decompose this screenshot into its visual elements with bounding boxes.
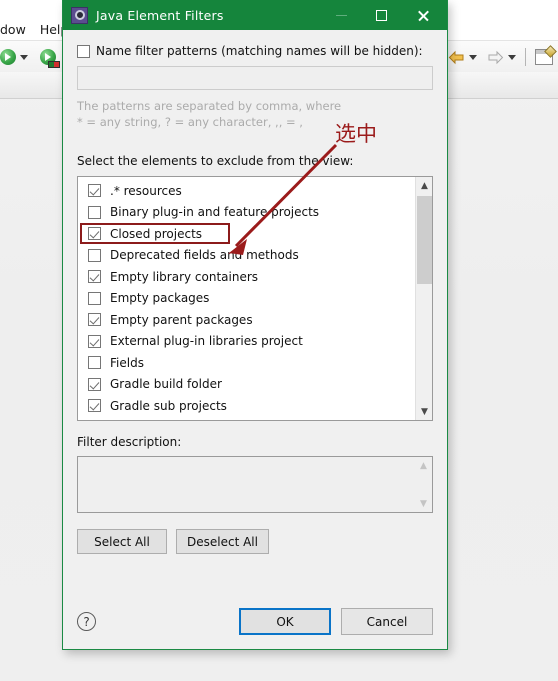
toolbar-separator bbox=[525, 48, 526, 66]
list-item-label: Empty parent packages bbox=[110, 312, 253, 327]
description-scrollbar: ▲ ▼ bbox=[415, 457, 432, 512]
filter-description-label: Filter description: bbox=[77, 435, 182, 449]
name-filter-checkbox[interactable] bbox=[77, 44, 90, 58]
list-item-label: Gradle build folder bbox=[110, 377, 222, 392]
chevron-down-icon[interactable] bbox=[20, 54, 28, 60]
list-item[interactable]: Closed projects bbox=[78, 223, 415, 245]
list-item-label: Empty library containers bbox=[110, 269, 259, 284]
scroll-up-icon[interactable]: ▲ bbox=[416, 177, 432, 194]
list-item-label: External plug-in libraries project bbox=[110, 334, 303, 349]
maximize-icon bbox=[375, 9, 387, 21]
debug-run-icon[interactable] bbox=[40, 49, 60, 68]
chevron-down-icon[interactable] bbox=[469, 54, 477, 60]
close-icon bbox=[417, 9, 430, 22]
list-item[interactable]: Empty library containers bbox=[78, 266, 415, 288]
list-item-checkbox[interactable] bbox=[88, 184, 101, 198]
list-item-label: Gradle sub projects bbox=[110, 398, 227, 413]
minimize-button[interactable] bbox=[321, 0, 361, 30]
back-arrow-icon[interactable] bbox=[448, 50, 465, 65]
java-element-filters-dialog: Java Element Filters Name filter pattern… bbox=[62, 0, 448, 650]
list-item-checkbox[interactable] bbox=[88, 205, 101, 219]
list-item-checkbox[interactable] bbox=[88, 227, 101, 241]
list-item-checkbox[interactable] bbox=[88, 334, 101, 348]
list-item-label: Fields bbox=[110, 355, 144, 370]
ide-menu-items: dow Help bbox=[0, 22, 68, 37]
element-filter-list[interactable]: .* resources Binary plug-in and feature p… bbox=[77, 176, 433, 421]
pattern-help-line1: The patterns are separated by comma, whe… bbox=[77, 99, 342, 113]
scroll-down-icon[interactable]: ▼ bbox=[416, 403, 432, 420]
list-item[interactable]: Gradle sub projects bbox=[78, 395, 415, 417]
dialog-action-buttons: OK Cancel bbox=[239, 608, 433, 635]
pattern-help-text: The patterns are separated by comma, whe… bbox=[77, 98, 433, 130]
java-filter-gear-icon bbox=[71, 6, 88, 24]
new-editor-icon[interactable] bbox=[535, 49, 553, 65]
list-item[interactable]: Empty parent packages bbox=[78, 309, 415, 331]
menu-item-window[interactable]: dow bbox=[0, 22, 26, 37]
element-filter-list-items: .* resources Binary plug-in and feature p… bbox=[78, 177, 415, 417]
list-item-checkbox[interactable] bbox=[88, 399, 101, 413]
dialog-bottom-bar: ? OK Cancel bbox=[77, 608, 433, 635]
list-item-checkbox[interactable] bbox=[88, 356, 101, 370]
name-filter-label: Name filter patterns (matching names wil… bbox=[96, 44, 423, 58]
filter-description-box[interactable]: ▲ ▼ bbox=[77, 456, 433, 513]
list-item[interactable]: Deprecated fields and methods bbox=[78, 245, 415, 267]
list-item[interactable]: .* resources bbox=[78, 180, 415, 202]
list-item-label: Closed projects bbox=[110, 226, 203, 241]
list-item-label: Empty packages bbox=[110, 291, 210, 306]
cancel-button[interactable]: Cancel bbox=[341, 608, 433, 635]
exclude-elements-label: Select the elements to exclude from the … bbox=[77, 154, 354, 168]
help-icon[interactable]: ? bbox=[77, 612, 96, 631]
maximize-button[interactable] bbox=[361, 0, 401, 30]
name-filter-row: Name filter patterns (matching names wil… bbox=[77, 30, 433, 58]
list-item-checkbox[interactable] bbox=[88, 270, 101, 284]
select-all-button[interactable]: Select All bbox=[77, 529, 167, 554]
list-item[interactable]: Empty packages bbox=[78, 288, 415, 310]
list-item-label: Binary plug-in and feature projects bbox=[110, 205, 320, 220]
scrollbar-thumb[interactable] bbox=[417, 196, 432, 284]
dialog-title: Java Element Filters bbox=[96, 7, 224, 23]
list-item[interactable]: External plug-in libraries project bbox=[78, 331, 415, 353]
toolbar-nav-group bbox=[448, 45, 553, 69]
list-item-label: Deprecated fields and methods bbox=[110, 248, 299, 263]
list-item-checkbox[interactable] bbox=[88, 377, 101, 391]
pattern-help-line2: * = any string, ? = any character, ,, = … bbox=[77, 115, 303, 129]
pattern-input[interactable] bbox=[77, 66, 433, 90]
scroll-up-icon: ▲ bbox=[420, 460, 427, 471]
dialog-body: Name filter patterns (matching names wil… bbox=[63, 30, 447, 649]
list-item[interactable]: Binary plug-in and feature projects bbox=[78, 202, 415, 224]
list-item[interactable]: Gradle build folder bbox=[78, 374, 415, 396]
run-icon[interactable] bbox=[0, 49, 16, 65]
list-item-checkbox[interactable] bbox=[88, 313, 101, 327]
deselect-all-button[interactable]: Deselect All bbox=[176, 529, 269, 554]
list-item-label: .* resources bbox=[110, 183, 182, 198]
list-scrollbar[interactable]: ▲ ▼ bbox=[415, 177, 432, 420]
close-button[interactable] bbox=[403, 0, 443, 30]
list-item-checkbox[interactable] bbox=[88, 291, 101, 305]
minimize-icon bbox=[335, 14, 347, 16]
dialog-titlebar: Java Element Filters bbox=[63, 0, 447, 30]
list-item-checkbox[interactable] bbox=[88, 248, 101, 262]
scroll-down-icon: ▼ bbox=[420, 498, 427, 509]
forward-arrow-icon[interactable] bbox=[487, 50, 504, 65]
ok-button[interactable]: OK bbox=[239, 608, 331, 635]
list-item[interactable]: Fields bbox=[78, 352, 415, 374]
chevron-down-icon[interactable] bbox=[508, 54, 516, 60]
selection-buttons: Select All Deselect All bbox=[77, 529, 433, 554]
